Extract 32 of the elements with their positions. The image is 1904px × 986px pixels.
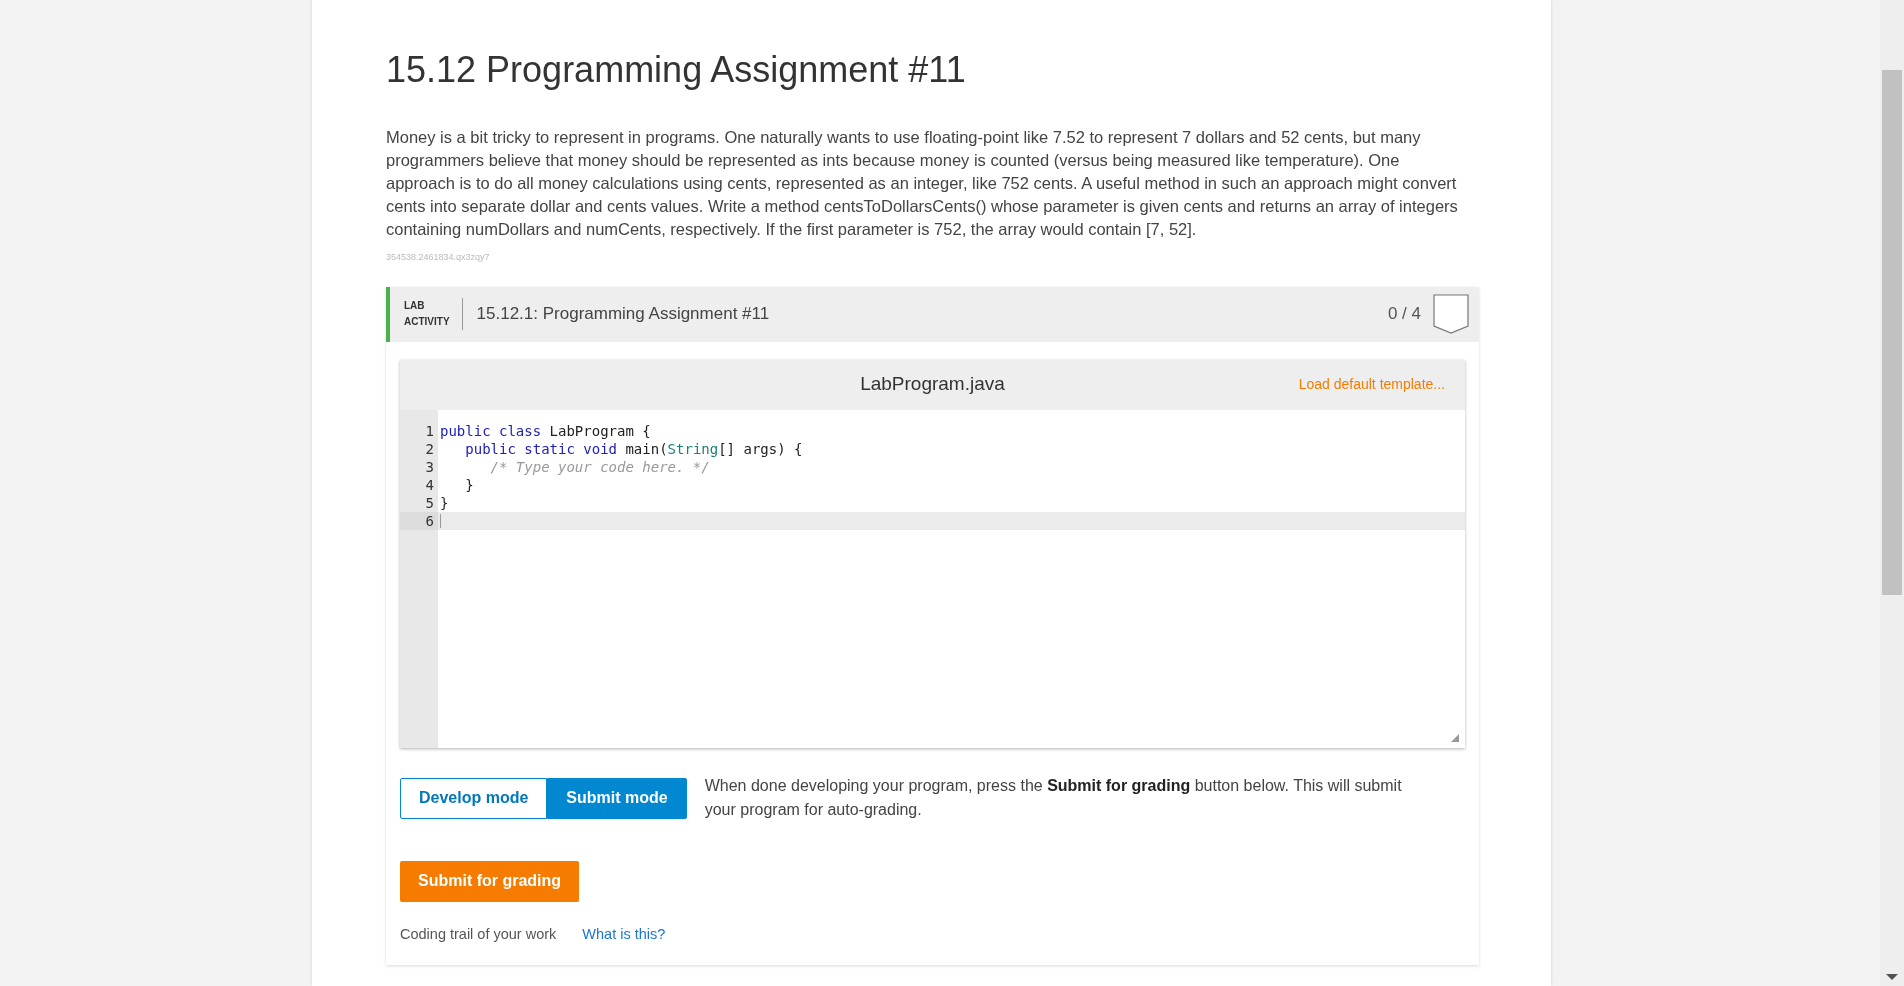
score: 0 / 4 [1387,303,1421,326]
scroll-down-icon[interactable] [1886,974,1898,980]
what-is-this-link[interactable]: What is this? [582,923,666,946]
mode-tab[interactable]: Develop mode [400,777,548,819]
resize-handle-icon [1451,733,1459,742]
coding-trail-label: Coding trail of your work [400,924,557,944]
section-id: 354538.2461834.qx3zqy7 [386,251,491,264]
code-area[interactable]: 1 2 3 4 5 6 public class LabProgram { public static void main(String[] args) { /* Type your code here. */ } } [400,409,1465,748]
lab-activity-label: LAB ACTIVITY [404,298,463,330]
line-number: 5 [424,493,435,512]
page-title: 15.12 Programming Assignment #11 [386,48,967,92]
load-template-link[interactable]: Load default template... [1298,374,1445,395]
assignment-description: Money is a bit tricky to represent in programs. One naturally wants to use floating-point like 7.52 to represent 7 dollars and 52 cents, but many programmers believe that money should be represented as ints because money is counted (versus being measured like temperature). One approach is to do all money calculations using cents, represented as an integer, like 752 cents. A useful method in such an approach might convert cents into separate dollar and cents values. Write a method centsToDollarsCents() whose parameter is given cents and returns an array of integers containing numDollars and numCents, respectively. If the first parameter is 752, the array would contain [7, 52]. [386,127,1459,240]
lab-title: 15.12.1: Programming Assignment #11 [476,303,770,326]
scrollbar[interactable] [1880,0,1904,986]
line-number: 3 [424,457,435,476]
submit-for-grading-button[interactable]: Submit for grading [400,860,580,902]
mode-hint: When done developing your program, press the Submit for grading button below. This will submit your program for auto-grading. [704,775,1403,820]
badge-icon [1433,294,1469,334]
line-number: 1 [424,421,435,440]
file-name: LabProgram.java [860,372,1005,397]
text-cursor [440,513,441,528]
code-line: public static void main(String[] args) { [464,439,804,458]
code-line: } [464,475,475,494]
line-number: 6 [400,511,438,530]
line-number: 4 [424,475,435,494]
code-line: } [439,493,450,512]
mode-tab[interactable]: Submit mode [547,777,687,819]
scrollbar-thumb[interactable] [1882,70,1902,595]
code-line: /* Type your code here. */ [489,457,711,476]
code-line: public class LabProgram { [439,421,652,440]
line-number: 2 [424,439,435,458]
